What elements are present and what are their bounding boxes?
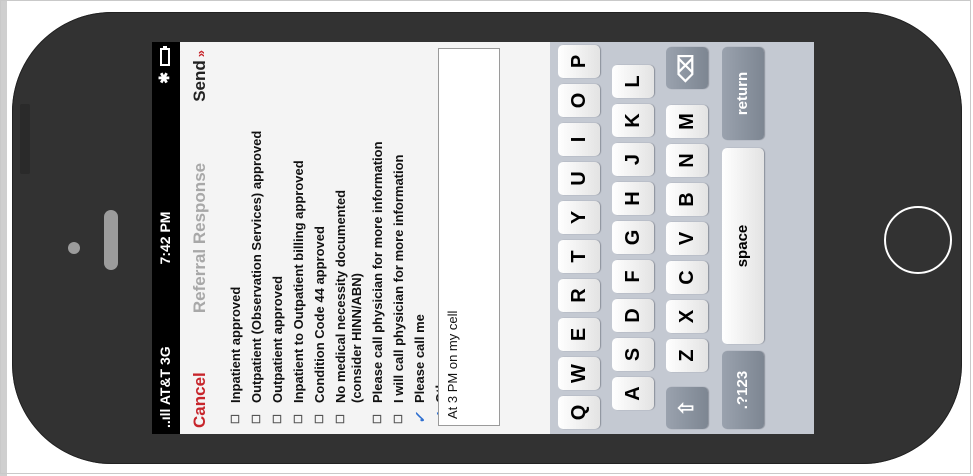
volume-button[interactable] bbox=[20, 104, 30, 174]
key-p[interactable]: P bbox=[558, 45, 600, 78]
key-h[interactable]: H bbox=[612, 182, 654, 215]
camera-icon bbox=[68, 242, 80, 254]
response-option[interactable]: ☐ Condition Code 44 approved bbox=[312, 54, 333, 424]
checkbox-icon[interactable]: ☐ bbox=[391, 411, 407, 424]
numbers-key[interactable]: .?123 bbox=[722, 351, 764, 429]
space-key[interactable]: space bbox=[722, 148, 764, 344]
other-note-text: At 3 PM on my cell bbox=[445, 310, 460, 419]
response-option[interactable]: ✓ Please call me bbox=[412, 54, 433, 424]
key-v[interactable]: V bbox=[666, 222, 708, 255]
response-options-list: ☐ Inpatient approved ☐ Outpatient (Observat… bbox=[228, 54, 454, 424]
response-option-label: Inpatient to Outpatient billing approved bbox=[291, 160, 306, 403]
phone-screen: ..ıll AT&T 3G 7:42 PM ✱ Cancel Referral … bbox=[152, 42, 814, 434]
key-s[interactable]: S bbox=[612, 338, 654, 371]
backspace-key[interactable]: ⌫ bbox=[666, 47, 708, 89]
key-n[interactable]: N bbox=[666, 144, 708, 177]
status-bar: ..ıll AT&T 3G 7:42 PM ✱ bbox=[152, 42, 180, 434]
key-o[interactable]: O bbox=[558, 84, 600, 117]
response-option[interactable]: ☐ Inpatient to Outpatient billing approve… bbox=[291, 54, 312, 424]
key-z[interactable]: Z bbox=[666, 339, 708, 372]
response-option[interactable]: ☐ Outpatient approved bbox=[270, 54, 291, 424]
response-option-label: Outpatient (Observation Services) approv… bbox=[249, 130, 264, 403]
key-t[interactable]: T bbox=[558, 240, 600, 273]
checkbox-icon[interactable]: ☐ bbox=[228, 411, 244, 424]
earpiece-speaker bbox=[104, 210, 118, 270]
home-button[interactable] bbox=[884, 206, 952, 274]
checkmark-icon[interactable]: ✓ bbox=[412, 411, 428, 424]
response-option-label: Outpatient approved bbox=[270, 275, 285, 403]
response-option-label: Inpatient approved bbox=[228, 286, 243, 403]
key-w[interactable]: W bbox=[558, 357, 600, 390]
key-i[interactable]: I bbox=[558, 123, 600, 156]
battery-icon bbox=[160, 48, 170, 66]
response-option[interactable]: ☐ No medical necessity documented (consid… bbox=[333, 54, 370, 424]
response-option-label: Please call physician for more informati… bbox=[370, 141, 385, 403]
checkbox-icon[interactable]: ☐ bbox=[270, 411, 286, 424]
response-option-label: No medical necessity documented (conside… bbox=[333, 189, 364, 403]
key-r[interactable]: R bbox=[558, 279, 600, 312]
key-x[interactable]: X bbox=[666, 300, 708, 333]
checkbox-icon[interactable]: ☐ bbox=[249, 411, 265, 424]
other-note-field[interactable]: At 3 PM on my cell bbox=[438, 48, 500, 426]
shift-key[interactable]: ⇧ bbox=[666, 387, 708, 429]
key-k[interactable]: K bbox=[612, 104, 654, 137]
key-m[interactable]: M bbox=[666, 105, 708, 138]
key-j[interactable]: J bbox=[612, 143, 654, 176]
key-y[interactable]: Y bbox=[558, 201, 600, 234]
key-a[interactable]: A bbox=[612, 377, 654, 410]
screen-content: ..ıll AT&T 3G 7:42 PM ✱ Cancel Referral … bbox=[152, 42, 814, 434]
bluetooth-icon: ✱ bbox=[156, 72, 172, 84]
key-e[interactable]: E bbox=[558, 318, 600, 351]
response-option[interactable]: ☐ Outpatient (Observation Services) appro… bbox=[249, 54, 270, 424]
response-option[interactable]: ☐ Inpatient approved bbox=[228, 54, 249, 424]
checkbox-icon[interactable]: ☐ bbox=[291, 411, 307, 424]
key-c[interactable]: C bbox=[666, 261, 708, 294]
key-l[interactable]: L bbox=[612, 65, 654, 98]
key-d[interactable]: D bbox=[612, 299, 654, 332]
navigation-bar: Cancel Referral Response Send» bbox=[180, 42, 222, 434]
send-chevron-icon: » bbox=[193, 50, 208, 58]
response-option-label: Please call me bbox=[412, 314, 427, 403]
checkbox-icon[interactable]: ☐ bbox=[370, 411, 386, 424]
key-u[interactable]: U bbox=[558, 162, 600, 195]
checkbox-icon[interactable]: ☐ bbox=[312, 411, 328, 424]
response-option-label: I will call physician for more informati… bbox=[391, 154, 406, 404]
key-g[interactable]: G bbox=[612, 221, 654, 254]
response-option[interactable]: ☐ Please call physician for more informat… bbox=[370, 54, 391, 424]
send-label: Send bbox=[190, 60, 209, 102]
keyboard: Q W E R T Y U I O P A S D F G H J K L ⇧ Z X C V B N M ⌫ .?123 space re… bbox=[550, 42, 814, 434]
checkbox-icon[interactable]: ☐ bbox=[333, 411, 349, 424]
clock: 7:42 PM bbox=[157, 211, 173, 265]
response-option[interactable]: ☐ I will call physician for more informat… bbox=[391, 54, 412, 425]
response-option-label: Condition Code 44 approved bbox=[312, 226, 327, 403]
key-b[interactable]: B bbox=[666, 183, 708, 216]
send-button[interactable]: Send » bbox=[190, 50, 210, 102]
key-f[interactable]: F bbox=[612, 260, 654, 293]
return-key[interactable]: return bbox=[722, 47, 764, 140]
key-q[interactable]: Q bbox=[558, 396, 600, 429]
